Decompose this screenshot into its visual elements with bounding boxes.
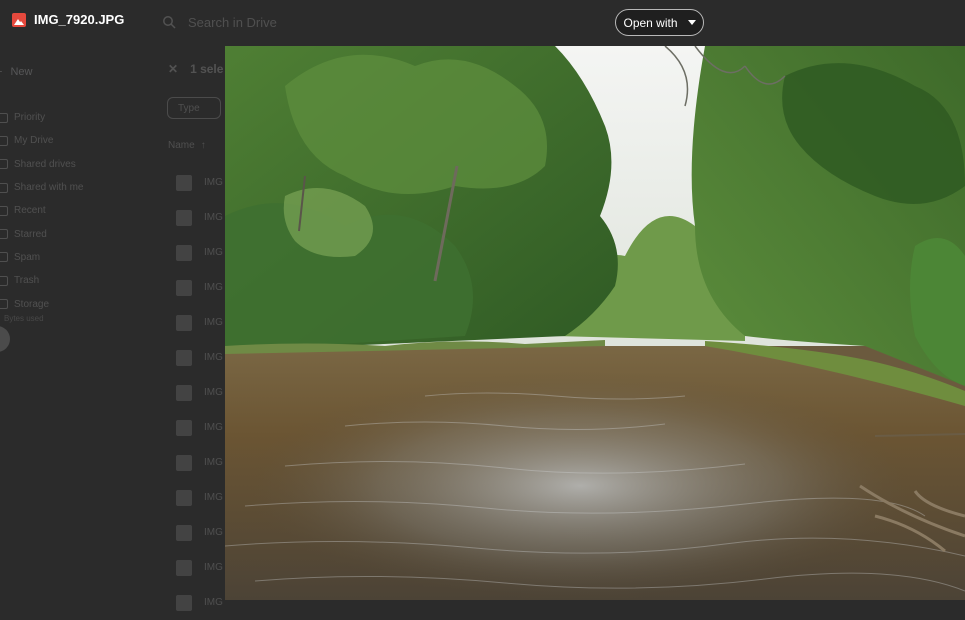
nav-item: Shared drives [0, 153, 83, 176]
new-label: New [10, 66, 33, 78]
file-icon [176, 559, 192, 576]
file-title: IMG_7920.JPG [12, 12, 124, 27]
nav-icon [0, 182, 8, 193]
drive-sidebar: + New Priority My Drive Shared drives Sh… [0, 0, 160, 600]
file-icon [176, 174, 192, 191]
list-item: IMG [176, 235, 223, 270]
file-name: IMG [204, 212, 223, 223]
list-item: IMG [176, 445, 223, 480]
file-name: IMG [204, 527, 223, 538]
river-photo [225, 46, 965, 600]
nav-icon [0, 159, 8, 170]
file-icon [176, 419, 192, 436]
file-icon [176, 244, 192, 261]
new-button: + New [0, 60, 62, 84]
file-icon [176, 279, 192, 296]
nav-item-label: Storage [14, 298, 50, 310]
list-item: IMG [176, 165, 223, 200]
list-item: IMG [176, 585, 223, 620]
list-item: IMG [176, 410, 223, 445]
file-name: IMG [204, 457, 223, 468]
sort-arrow-icon: ↑ [200, 140, 206, 151]
nav-icon [0, 229, 8, 240]
file-name: IMG [204, 597, 223, 608]
avatar [0, 326, 10, 352]
nav-item: Spam [0, 246, 83, 269]
nav-icon [0, 275, 8, 286]
file-name: IMG [204, 317, 223, 328]
type-filter-label: Type [178, 102, 200, 114]
file-name-label: IMG_7920.JPG [34, 12, 125, 27]
file-name: IMG [204, 562, 223, 573]
file-name: IMG [204, 492, 223, 503]
nav-item-label: Shared with me [14, 182, 84, 194]
nav-item: Priority [0, 106, 83, 129]
close-selection-icon: ✕ [168, 62, 179, 76]
nav-item-label: Recent [14, 205, 46, 217]
open-with-label: Open with [623, 15, 678, 30]
selection-text: 1 sele [190, 62, 224, 76]
list-item: IMG [176, 375, 223, 410]
file-list: IMG IMG IMG IMG IMG IMG IMG IMG IMG IMG … [176, 165, 223, 620]
list-item: IMG [176, 270, 223, 305]
plus-icon: + [0, 66, 2, 78]
storage-text: Bytes used [4, 314, 44, 323]
file-name: IMG [204, 422, 223, 433]
nav-item: Starred [0, 222, 83, 245]
nav-item: My Drive [0, 129, 83, 152]
list-item: IMG [176, 340, 223, 375]
nav-icon [0, 299, 8, 310]
viewer-top-bar: IMG_7920.JPG Open with [0, 0, 965, 44]
list-item: IMG [176, 305, 223, 340]
nav-item-label: Starred [14, 228, 47, 240]
open-with-button[interactable]: Open with [615, 9, 704, 36]
nav-item: Shared with me [0, 176, 83, 199]
nav-item: Trash [0, 269, 83, 292]
list-item: IMG [176, 480, 223, 515]
selection-bar: ✕ 1 sele [168, 62, 223, 76]
file-icon [176, 349, 192, 366]
nav-icon [0, 205, 8, 216]
file-icon [176, 524, 192, 541]
file-icon [176, 489, 192, 506]
file-name: IMG [204, 177, 223, 188]
list-item: IMG [176, 515, 223, 550]
file-icon [176, 454, 192, 471]
file-icon [176, 384, 192, 401]
type-filter-chip: Type [167, 97, 221, 119]
column-name-label: Name [168, 140, 195, 151]
file-name: IMG [204, 247, 223, 258]
name-column-header: Name ↑ [168, 140, 206, 151]
nav-item-label: My Drive [14, 135, 54, 147]
nav-item-label: Spam [14, 251, 41, 263]
file-name: IMG [204, 387, 223, 398]
nav-item-label: Priority [14, 112, 46, 124]
nav-item: Recent [0, 199, 83, 222]
nav-item: Storage [0, 292, 83, 315]
chevron-down-icon [687, 20, 696, 25]
list-item: IMG [176, 550, 223, 585]
file-name: IMG [204, 352, 223, 363]
nav-item-label: Trash [14, 275, 40, 287]
file-icon [176, 314, 192, 331]
list-item: IMG [176, 200, 223, 235]
nav-icon [0, 135, 8, 146]
nav-item-label: Shared drives [14, 158, 76, 170]
nav-icon [0, 112, 8, 123]
file-icon [176, 594, 192, 611]
nav-icon [0, 252, 8, 263]
image-preview [225, 46, 965, 600]
drive-nav-list: Priority My Drive Shared drives Shared w… [0, 106, 83, 316]
image-file-icon [12, 12, 26, 27]
file-name: IMG [204, 282, 223, 293]
file-icon [176, 209, 192, 226]
